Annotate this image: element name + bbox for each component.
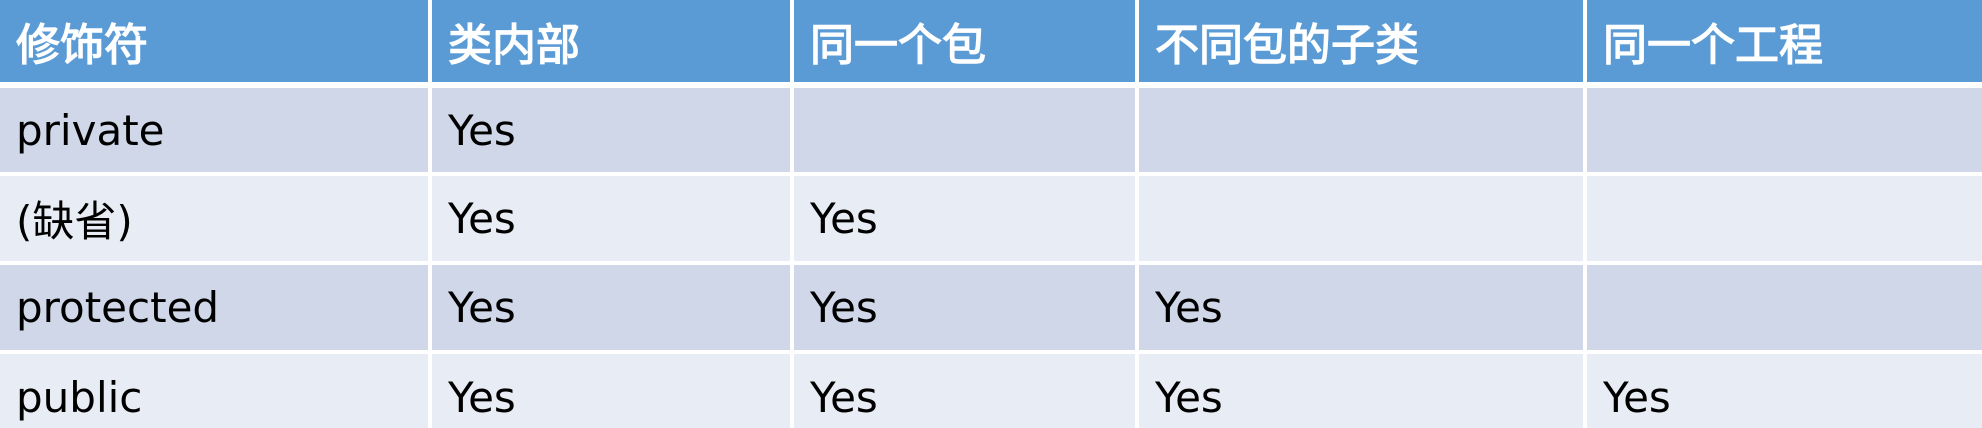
- cell-same-project: [1585, 174, 1982, 265]
- cell-same-class: Yes: [430, 263, 794, 354]
- cell-subclass-other-package: Yes: [1137, 352, 1587, 428]
- table-body: private Yes (缺省) Yes Yes protected Yes Y…: [0, 85, 1982, 428]
- table-row-default: (缺省) Yes Yes: [0, 174, 1982, 265]
- cell-same-project: [1585, 263, 1982, 354]
- cell-subclass-other-package: [1137, 174, 1587, 265]
- header-same-class: 类内部: [430, 0, 794, 88]
- cell-modifier: (缺省): [0, 174, 432, 265]
- cell-same-package: Yes: [792, 174, 1139, 265]
- access-modifier-table: 修饰符 类内部 同一个包 不同包的子类 同一个工程 private Yes (缺…: [0, 0, 1982, 428]
- table-row-protected: protected Yes Yes Yes: [0, 263, 1982, 354]
- cell-subclass-other-package: [1137, 85, 1587, 176]
- page: 修饰符 类内部 同一个包 不同包的子类 同一个工程 private Yes (缺…: [0, 0, 1982, 428]
- table-row-public: public Yes Yes Yes Yes: [0, 352, 1982, 428]
- header-row: 修饰符 类内部 同一个包 不同包的子类 同一个工程: [0, 0, 1982, 88]
- cell-same-class: Yes: [430, 352, 794, 428]
- cell-same-class: Yes: [430, 174, 794, 265]
- header-subclass-other-package: 不同包的子类: [1137, 0, 1587, 88]
- cell-same-package: Yes: [792, 352, 1139, 428]
- cell-same-project: Yes: [1585, 352, 1982, 428]
- cell-modifier: public: [0, 352, 432, 428]
- cell-modifier: protected: [0, 263, 432, 354]
- header-same-package: 同一个包: [792, 0, 1139, 88]
- header-modifier: 修饰符: [0, 0, 432, 88]
- cell-same-class: Yes: [430, 85, 794, 176]
- cell-same-package: [792, 85, 1139, 176]
- cell-same-project: [1585, 85, 1982, 176]
- header-same-project: 同一个工程: [1585, 0, 1982, 88]
- table-header: 修饰符 类内部 同一个包 不同包的子类 同一个工程: [0, 0, 1982, 88]
- cell-modifier: private: [0, 85, 432, 176]
- table-row-private: private Yes: [0, 85, 1982, 176]
- cell-subclass-other-package: Yes: [1137, 263, 1587, 354]
- cell-same-package: Yes: [792, 263, 1139, 354]
